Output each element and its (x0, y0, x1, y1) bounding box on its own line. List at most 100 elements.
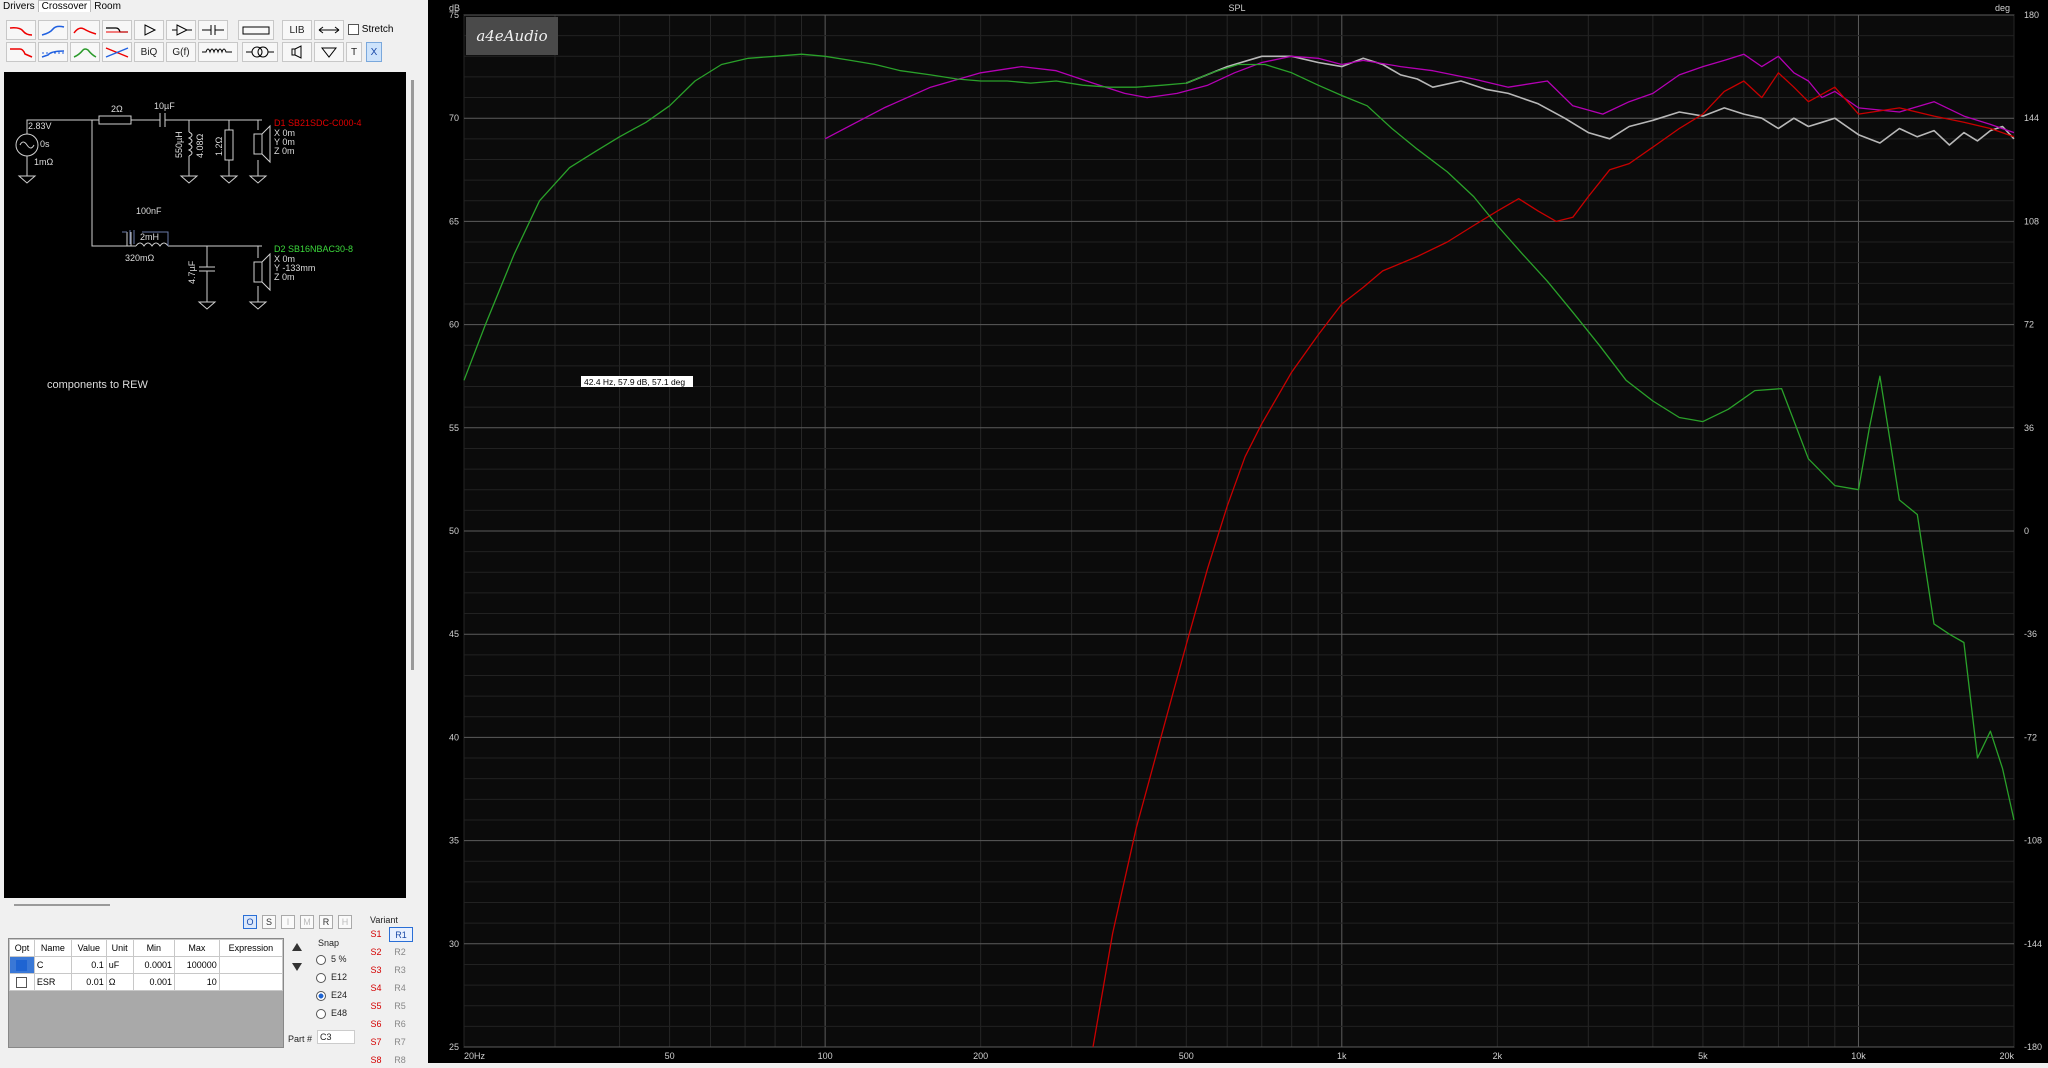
cell-max[interactable]: 10 (174, 973, 220, 991)
shelf-button[interactable] (102, 20, 132, 40)
bandpass2-button[interactable] (70, 42, 100, 62)
inductor-550uh[interactable] (187, 131, 193, 157)
source-voltage-label: 2.83V (28, 121, 52, 131)
variant-s7-button[interactable]: S7 (365, 1035, 387, 1048)
part-input[interactable]: C3 (317, 1030, 355, 1044)
schematic-canvas[interactable]: 2.83V 0s 1mΩ 2Ω 10µF 550µH 4.08Ω 1.2Ω D1… (4, 72, 406, 898)
move-up-button[interactable] (290, 940, 304, 954)
x-tick-label: 5k (1698, 1051, 1708, 1061)
mode-o-button[interactable]: O (243, 915, 257, 929)
inductor-2mh[interactable] (135, 242, 169, 247)
source-r-label: 1mΩ (34, 157, 54, 167)
y2-axis-label: deg (1995, 3, 2010, 13)
snap-option-e48[interactable]: E48 (316, 1008, 347, 1019)
snap-option-5[interactable]: 5 % (316, 954, 347, 965)
snap-option-label: E12 (331, 972, 348, 982)
variant-s2-button[interactable]: S2 (365, 945, 387, 958)
capacitor-button[interactable] (198, 20, 228, 40)
y2-tick-label: -108 (2024, 836, 2042, 846)
notch-button[interactable] (102, 42, 132, 62)
mode-i-button[interactable]: I (281, 915, 295, 929)
spl-chart[interactable]: 25 30 35 40 45 50 55 60 65 70 75 -180 -144 -108 -72 -36… (428, 0, 2048, 1063)
transformer-button[interactable] (242, 42, 278, 62)
ground-icon-source (17, 156, 37, 184)
cell-value[interactable]: 0.01 (70, 973, 107, 991)
mode-m-button[interactable]: M (300, 915, 314, 929)
mode-r-button[interactable]: R (319, 915, 333, 929)
variant-r4-button[interactable]: R4 (389, 981, 411, 994)
capacitor-4-7uf[interactable] (197, 246, 217, 310)
inductor-button[interactable] (198, 42, 238, 62)
variant-s1-button[interactable]: S1 (365, 927, 387, 940)
mode-h-button[interactable]: H (338, 915, 352, 929)
table-row[interactable]: ESR 0.01 Ω 0.001 10 (9, 973, 284, 991)
driver-d1-speaker-icon[interactable] (253, 133, 263, 155)
move-down-button[interactable] (290, 960, 304, 974)
cell-expression[interactable] (218, 973, 284, 991)
resistor-2ohm-label: 2Ω (111, 104, 123, 114)
mode-s-button[interactable]: S (262, 915, 276, 929)
highpass-button[interactable] (38, 20, 68, 40)
bandpass-green-icon (73, 48, 97, 58)
lib-button[interactable]: LIB (282, 20, 312, 40)
resistor-1-2ohm[interactable] (224, 129, 234, 161)
variant-s8-button[interactable]: S8 (365, 1053, 387, 1066)
panel-splitter[interactable] (14, 904, 110, 906)
x-button[interactable]: X (366, 42, 382, 62)
amplifier-button[interactable] (166, 20, 196, 40)
capacitor-10uf[interactable] (159, 113, 262, 127)
bandpass-red-icon (73, 27, 97, 35)
parameter-table: Opt Name Value Unit Min Max Expression C… (8, 938, 284, 1048)
cell-expression[interactable] (218, 956, 284, 974)
cell-value[interactable]: 0.1 (70, 956, 107, 974)
table-row[interactable]: C 0.1 uF 0.0001 100000 (9, 956, 284, 974)
variant-r5-button[interactable]: R5 (389, 999, 411, 1012)
stretch-checkbox[interactable]: Stretch (348, 24, 393, 35)
y-tick-label: 40 (449, 732, 459, 742)
snap-option-e12[interactable]: E12 (316, 972, 347, 983)
highpass2-button[interactable] (38, 42, 68, 62)
resistor-button[interactable] (238, 20, 274, 40)
variant-s5-button[interactable]: S5 (365, 999, 387, 1012)
cell-min[interactable]: 0.001 (132, 973, 176, 991)
variant-r8-button[interactable]: R8 (389, 1053, 411, 1066)
tab-drivers[interactable]: Drivers (0, 1, 38, 12)
cap-100nf-label: 100nF (136, 206, 162, 216)
width-button[interactable] (314, 20, 344, 40)
schematic-scrollbar[interactable] (411, 80, 414, 670)
gf-button[interactable]: G(f) (166, 42, 196, 62)
biq-button[interactable]: BiQ (134, 42, 164, 62)
variant-r6-button[interactable]: R6 (389, 1017, 411, 1030)
tab-room[interactable]: Room (91, 1, 124, 12)
y-tick-label: 65 (449, 216, 459, 226)
lowpass2-button[interactable] (6, 42, 36, 62)
transformer-icon (246, 46, 274, 58)
opt-checkbox[interactable] (16, 959, 28, 971)
ground-triangle-icon (320, 47, 338, 58)
cell-min[interactable]: 0.0001 (132, 956, 176, 974)
variant-r7-button[interactable]: R7 (389, 1035, 411, 1048)
driver-d2-speaker-icon[interactable] (253, 261, 263, 283)
variant-r3-button[interactable]: R3 (389, 963, 411, 976)
cell-name[interactable]: ESR (33, 973, 72, 991)
cell-max[interactable]: 100000 (174, 956, 220, 974)
resistor-2ohm[interactable] (98, 115, 132, 125)
radio-icon (316, 972, 326, 983)
variant-s3-button[interactable]: S3 (365, 963, 387, 976)
bandpass-button[interactable] (70, 20, 100, 40)
snap-option-e24[interactable]: E24 (316, 990, 347, 1001)
lowpass-button[interactable] (6, 20, 36, 40)
x-tick-label: 10k (1851, 1051, 1866, 1061)
variant-r1-button[interactable]: R1 (389, 927, 413, 942)
variant-r2-button[interactable]: R2 (389, 945, 411, 958)
cell-name[interactable]: C (33, 956, 72, 974)
t-button[interactable]: T (346, 42, 362, 62)
opt-checkbox[interactable] (16, 976, 28, 988)
driver-button[interactable] (282, 42, 312, 62)
ground-button[interactable] (314, 42, 344, 62)
variant-s6-button[interactable]: S6 (365, 1017, 387, 1030)
tab-crossover[interactable]: Crossover (37, 0, 92, 12)
y2-tick-label: 144 (2024, 113, 2039, 123)
variant-s4-button[interactable]: S4 (365, 981, 387, 994)
buffer-button[interactable] (134, 20, 164, 40)
